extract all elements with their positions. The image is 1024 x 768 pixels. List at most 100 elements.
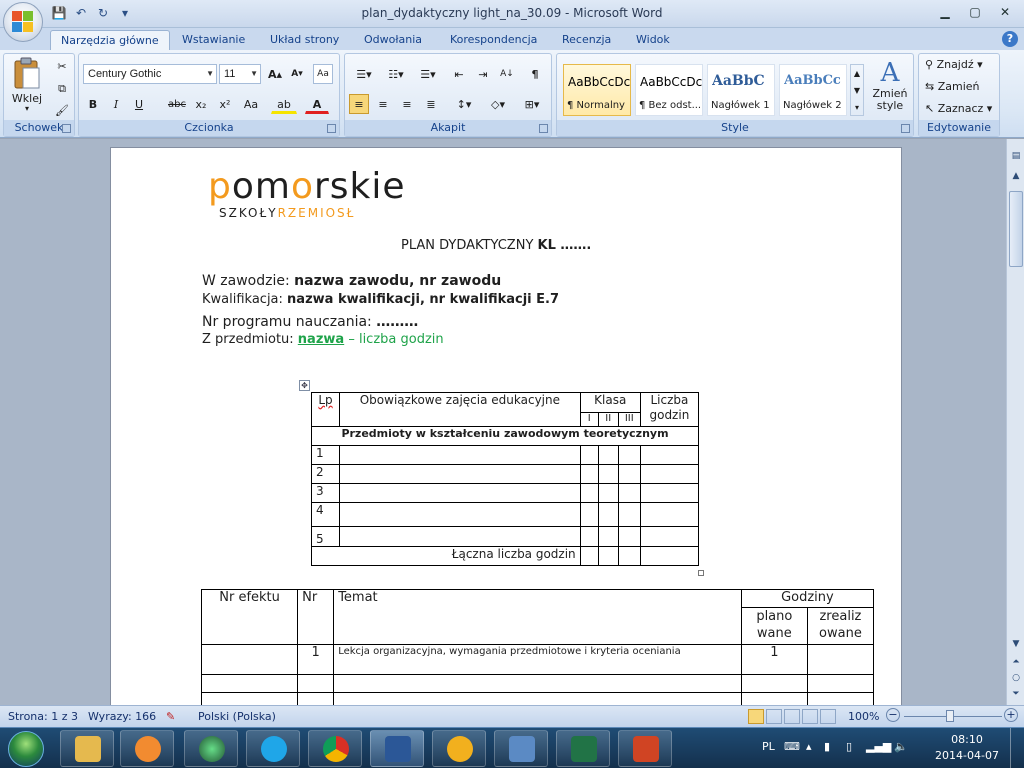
paragraph-dialog-launcher-icon[interactable]: [539, 124, 548, 133]
style-heading-2[interactable]: AaBbCc Nagłówek 2: [779, 64, 847, 116]
language-indicator-tray[interactable]: PL: [762, 740, 775, 753]
shading-icon[interactable]: ◇▾: [483, 94, 513, 114]
tray-arrow-icon[interactable]: ▴: [806, 740, 812, 753]
taskbar-excel[interactable]: [556, 730, 610, 767]
subscript-button[interactable]: x₂: [191, 94, 211, 114]
taskbar-app-3[interactable]: [184, 730, 238, 767]
superscript-button[interactable]: x²: [215, 94, 235, 114]
table-move-handle-icon[interactable]: ✥: [299, 380, 310, 391]
justify-icon[interactable]: ≣: [421, 94, 441, 114]
align-right-icon[interactable]: ≡: [397, 94, 417, 114]
office-button[interactable]: [3, 2, 43, 42]
start-button[interactable]: [2, 729, 52, 768]
font-dialog-launcher-icon[interactable]: [327, 124, 336, 133]
underline-button[interactable]: U: [129, 94, 149, 114]
tab-references[interactable]: Odwołania: [354, 30, 432, 50]
document-page[interactable]: pomorskie SZKOŁYRZEMIOSŁ PLAN DYDAKTYCZN…: [110, 147, 902, 705]
language-indicator[interactable]: Polski (Polska): [198, 710, 276, 723]
tab-review[interactable]: Recenzja: [552, 30, 621, 50]
italic-button[interactable]: I: [106, 94, 126, 114]
clock-date[interactable]: 2014-04-07: [934, 749, 1000, 762]
font-name-combo[interactable]: Century Gothic ▼: [83, 64, 217, 84]
tab-page-layout[interactable]: Układ strony: [260, 30, 349, 50]
scroll-down-icon[interactable]: ▼: [1009, 637, 1023, 651]
vertical-scrollbar[interactable]: ▤ ▲ ▼ ⏶ ○ ⏷: [1006, 139, 1024, 705]
page-indicator[interactable]: Strona: 1 z 3: [8, 710, 78, 723]
strikethrough-button[interactable]: abc: [165, 94, 189, 114]
table-resize-handle[interactable]: [698, 570, 704, 576]
bold-button[interactable]: B: [83, 94, 103, 114]
tab-mailings[interactable]: Korespondencja: [440, 30, 547, 50]
format-painter-icon[interactable]: 🖌: [52, 100, 72, 120]
cut-icon[interactable]: ✂: [52, 56, 72, 76]
line-spacing-icon[interactable]: ↕▾: [449, 94, 479, 114]
zoom-level[interactable]: 100%: [848, 710, 879, 723]
clock-time[interactable]: 08:10: [940, 733, 994, 746]
tab-view[interactable]: Widok: [626, 30, 680, 50]
bullets-icon[interactable]: ☰▾: [349, 64, 379, 84]
styles-scroll-icon[interactable]: ▲ ▼ ▾: [850, 64, 864, 116]
style-heading-1[interactable]: AaBbC Nagłówek 1: [707, 64, 775, 116]
borders-icon[interactable]: ⊞▾: [517, 94, 547, 114]
find-button[interactable]: ⚲ Znajdź ▾: [925, 58, 997, 71]
clipboard-dialog-launcher-icon[interactable]: [62, 124, 71, 133]
highlight-button[interactable]: ab: [271, 94, 297, 114]
numbering-icon[interactable]: ☷▾: [381, 64, 411, 84]
minimize-button[interactable]: ▁: [930, 2, 960, 22]
taskbar-app-7[interactable]: [432, 730, 486, 767]
font-size-combo[interactable]: 11 ▼: [219, 64, 261, 84]
taskbar-explorer[interactable]: [60, 730, 114, 767]
decrease-indent-icon[interactable]: ⇤: [449, 64, 469, 84]
sort-icon[interactable]: A↓: [497, 64, 517, 84]
battery-icon[interactable]: ▮: [824, 740, 830, 753]
copy-icon[interactable]: ⧉: [52, 78, 72, 98]
styles-dialog-launcher-icon[interactable]: [901, 124, 910, 133]
align-left-icon[interactable]: ≡: [349, 94, 369, 114]
increase-indent-icon[interactable]: ⇥: [473, 64, 493, 84]
show-marks-icon[interactable]: ¶: [525, 64, 545, 84]
keyboard-icon[interactable]: ⌨: [784, 740, 800, 753]
multilevel-list-icon[interactable]: ☰▾: [413, 64, 443, 84]
previous-page-icon[interactable]: ⏶: [1009, 655, 1023, 669]
print-layout-view-icon[interactable]: [748, 709, 764, 724]
taskbar-app-8[interactable]: [494, 730, 548, 767]
grow-font-button[interactable]: A▴: [265, 64, 285, 84]
full-screen-view-icon[interactable]: [766, 709, 782, 724]
signal-icon[interactable]: ▂▄▆: [866, 740, 891, 753]
zoom-in-button[interactable]: +: [1004, 708, 1018, 722]
clear-format-button[interactable]: Aa: [313, 64, 333, 84]
taskbar-powerpoint[interactable]: [618, 730, 672, 767]
scroll-thumb[interactable]: [1009, 191, 1023, 267]
volume-icon[interactable]: 🔈: [894, 740, 908, 753]
web-layout-view-icon[interactable]: [784, 709, 800, 724]
replace-button[interactable]: ⇆ Zamień: [925, 80, 997, 93]
tab-home[interactable]: Narzędzia główne: [50, 30, 170, 50]
device-icon[interactable]: ▯: [846, 740, 852, 753]
draft-view-icon[interactable]: [820, 709, 836, 724]
taskbar-skype[interactable]: [246, 730, 300, 767]
proofing-icon[interactable]: ✎: [166, 710, 175, 723]
font-color-button[interactable]: A: [305, 94, 329, 114]
tab-insert[interactable]: Wstawianie: [172, 30, 255, 50]
change-styles-button[interactable]: A Zmień style: [869, 58, 911, 118]
ruler-toggle-icon[interactable]: ▤: [1009, 149, 1023, 163]
taskbar-media-player[interactable]: [120, 730, 174, 767]
zoom-slider-thumb[interactable]: [946, 710, 954, 722]
maximize-button[interactable]: ▢: [960, 2, 990, 22]
close-button[interactable]: ✕: [990, 2, 1020, 22]
paste-button[interactable]: Wklej ▾: [8, 56, 46, 118]
change-case-button[interactable]: Aa: [239, 94, 263, 114]
show-desktop-button[interactable]: [1010, 728, 1024, 768]
zoom-out-button[interactable]: −: [886, 708, 900, 722]
taskbar-chrome[interactable]: [308, 730, 362, 767]
outline-view-icon[interactable]: [802, 709, 818, 724]
taskbar-word[interactable]: [370, 730, 424, 767]
word-count[interactable]: Wyrazy: 166: [88, 710, 156, 723]
next-page-icon[interactable]: ⏷: [1009, 687, 1023, 701]
help-icon[interactable]: ?: [1002, 31, 1018, 47]
style-no-spacing[interactable]: AaBbCcDc ¶ Bez odst...: [635, 64, 703, 116]
align-center-icon[interactable]: ≡: [373, 94, 393, 114]
scroll-up-icon[interactable]: ▲: [1009, 169, 1023, 183]
select-button[interactable]: ↖ Zaznacz ▾: [925, 102, 997, 115]
shrink-font-button[interactable]: A▾: [287, 64, 307, 84]
